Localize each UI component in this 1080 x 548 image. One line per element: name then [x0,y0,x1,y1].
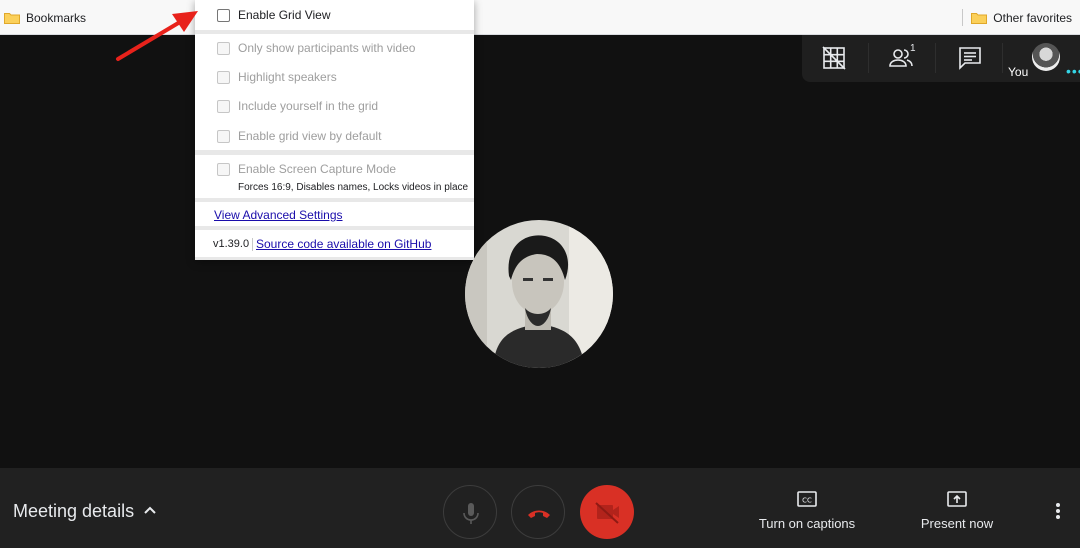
screen-capture-option[interactable]: Enable Screen Capture Mode [195,158,474,180]
camera-button[interactable] [580,485,634,539]
bottom-controls: Meeting details CC Turn on captions Pres… [0,468,1080,548]
participant-avatar [465,220,613,368]
highlight-speakers-label: Highlight speakers [238,70,337,84]
menu-section-advanced: View Advanced Settings [195,202,474,226]
bookmarks-divider [962,9,963,26]
more-vert-icon[interactable] [1050,501,1066,521]
control-divider [935,43,936,73]
self-label: You [1008,65,1029,79]
highlight-speakers-checkbox[interactable] [217,70,230,84]
enable-grid-view-checkbox[interactable] [217,8,230,22]
mic-icon [463,503,479,524]
camera-off-icon [595,502,619,524]
grid-default-checkbox[interactable] [217,129,230,143]
present-label: Present now [920,516,994,531]
only-video-checkbox[interactable] [217,41,230,55]
enable-grid-view-label: Enable Grid View [238,8,331,22]
bookmarks-folder[interactable]: Bookmarks [4,0,86,35]
mic-button[interactable] [443,485,497,539]
captions-label: Turn on captions [758,516,856,531]
footer-divider [252,238,253,251]
menu-section-main: Enable Grid View [195,0,474,30]
grid-view-menu: Enable Grid View Only show participants … [195,0,474,260]
menu-section-footer: v1.39.0 Source code available on GitHub [195,230,474,257]
bookmarks-folder-label: Bookmarks [26,10,87,25]
source-code-link[interactable]: Source code available on GitHub [256,237,431,251]
self-audio-indicator: ••• [1066,63,1080,79]
svg-text:CC: CC [802,497,812,505]
participants-count: 1 [910,43,916,54]
control-divider [1002,43,1003,73]
grid-toggle-icon[interactable] [821,45,847,71]
annotation-arrow-icon [116,11,198,61]
include-yourself-option[interactable]: Include yourself in the grid [195,95,474,117]
meeting-details-label[interactable]: Meeting details [13,501,134,522]
top-right-controls: 1 You ••• [802,35,1080,82]
grid-default-label: Enable grid view by default [238,129,382,143]
captions-button[interactable]: CC Turn on captions [752,490,862,531]
folder-icon [971,12,988,24]
captions-icon: CC [797,491,817,507]
grid-default-option[interactable]: Enable grid view by default [195,125,474,147]
include-yourself-checkbox[interactable] [217,99,230,113]
portrait-image [465,220,613,368]
chat-icon[interactable] [957,45,983,71]
folder-icon [4,12,20,24]
participants-button[interactable]: 1 [888,43,918,71]
other-favorites-folder[interactable]: Other favorites [971,0,1072,35]
screen-capture-checkbox[interactable] [217,162,230,176]
advanced-settings-link[interactable]: View Advanced Settings [214,208,343,222]
enable-grid-view-option[interactable]: Enable Grid View [195,4,474,26]
menu-section-capture: Enable Screen Capture Mode Forces 16:9, … [195,155,474,198]
highlight-speakers-option[interactable]: Highlight speakers [195,66,474,88]
menu-section-options: Only show participants with video Highli… [195,34,474,150]
present-icon [947,491,967,507]
other-favorites-label: Other favorites [993,10,1072,25]
only-video-label: Only show participants with video [238,41,416,55]
screen-capture-label: Enable Screen Capture Mode [238,162,397,176]
self-avatar[interactable] [1032,43,1060,71]
chevron-up-icon[interactable] [142,502,158,518]
hangup-button[interactable] [511,485,565,539]
version-label: v1.39.0 [213,238,250,250]
include-yourself-label: Include yourself in the grid [238,99,379,113]
present-button[interactable]: Present now [910,490,1004,531]
screen-capture-note: Forces 16:9, Disables names, Locks video… [238,182,469,193]
only-video-option[interactable]: Only show participants with video [195,37,474,59]
control-divider [868,43,869,73]
hangup-icon [528,510,550,518]
